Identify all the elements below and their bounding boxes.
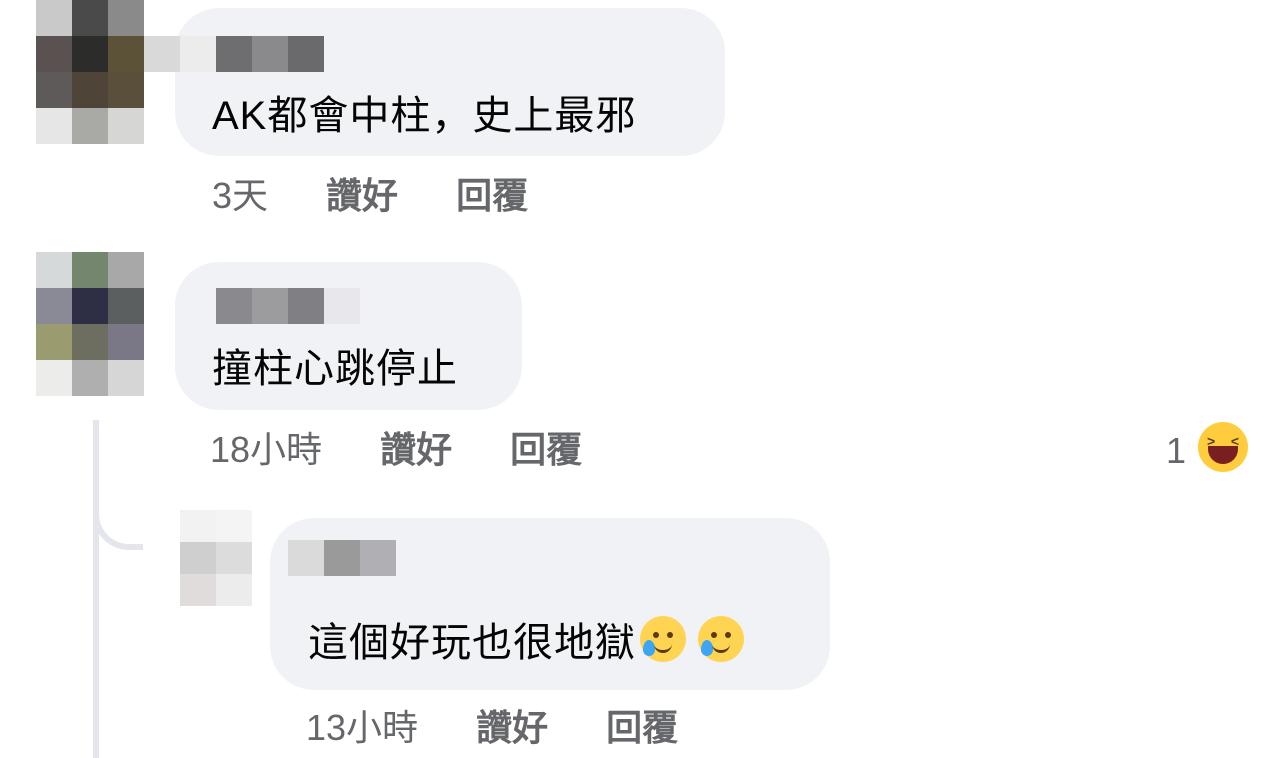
comment-text: 這個好玩也很地獄 <box>308 616 744 667</box>
avatar[interactable] <box>180 510 252 606</box>
commenter-name[interactable] <box>216 36 324 72</box>
name-blur <box>144 36 216 72</box>
reaction-count[interactable]: 1 <box>1166 430 1186 472</box>
like-button[interactable]: 讚好 <box>380 429 452 470</box>
timestamp[interactable]: 13小時 <box>306 707 418 748</box>
comment-meta: 13小時 讚好 回覆 <box>306 708 678 748</box>
reply-button[interactable]: 回覆 <box>510 429 582 470</box>
comment-text-content: 這個好玩也很地獄 <box>308 621 636 665</box>
comment-meta: 3天 讚好 回覆 <box>212 176 528 216</box>
avatar[interactable] <box>36 0 144 144</box>
commenter-name[interactable] <box>288 540 396 576</box>
comment-text: 撞柱心跳停止 <box>212 347 458 391</box>
comment-text: AK都會中柱，史上最邪 <box>212 94 637 138</box>
thread-connector <box>93 470 143 550</box>
commenter-name[interactable] <box>216 288 360 324</box>
reply-button[interactable]: 回覆 <box>606 707 678 748</box>
timestamp[interactable]: 18小時 <box>210 429 322 470</box>
timestamp[interactable]: 3天 <box>212 175 268 216</box>
crying-smile-emoji-icon <box>640 616 686 662</box>
comment-meta: 18小時 讚好 回覆 <box>210 430 582 470</box>
reply-button[interactable]: 回覆 <box>456 175 528 216</box>
crying-smile-emoji-icon <box>698 616 744 662</box>
avatar[interactable] <box>36 252 144 396</box>
laughing-emoji-icon[interactable]: > < <box>1198 422 1248 472</box>
like-button[interactable]: 讚好 <box>476 707 548 748</box>
like-button[interactable]: 讚好 <box>326 175 398 216</box>
